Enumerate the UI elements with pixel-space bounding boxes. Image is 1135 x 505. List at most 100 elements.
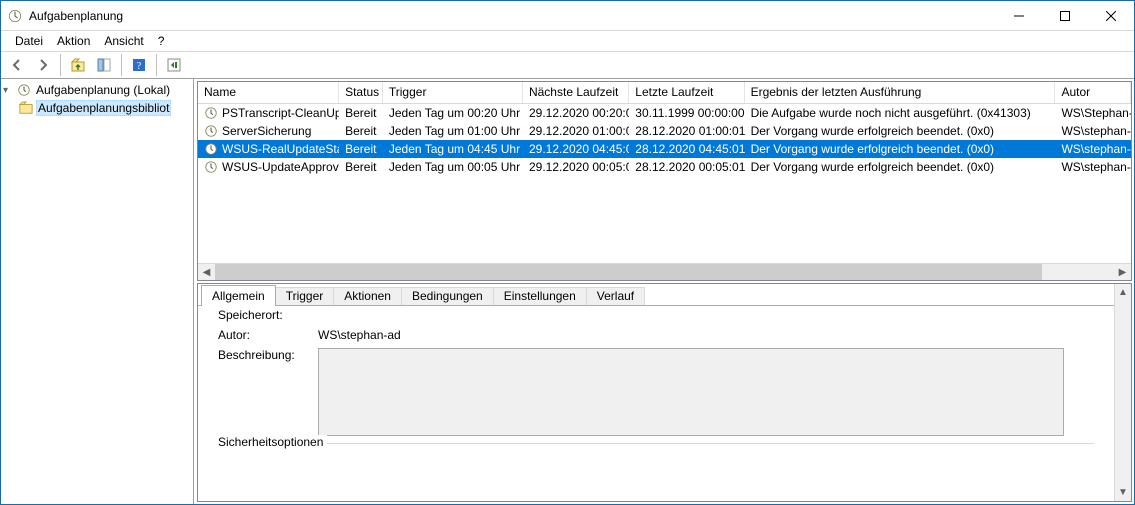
titlebar: Aufgabenplanung [1,1,1134,31]
table-row[interactable]: ServerSicherungBereitJeden Tag um 01:00 … [198,122,1131,140]
table-row[interactable]: WSUS-UpdateApprovalBereitJeden Tag um 00… [198,158,1131,176]
cell-trigger: Jeden Tag um 00:05 Uhr [383,160,523,174]
collapse-icon[interactable]: ▾ [3,85,14,96]
cell-next: 29.12.2020 04:45:00 [523,142,629,156]
cell-author: WS\stephan-ad [1055,124,1131,138]
cell-name: WSUS-RealUpdateState [198,142,339,156]
tree-pane[interactable]: ▾ Aufgabenplanung (Lokal) Aufgabenplanun… [1,79,194,504]
table-row[interactable]: WSUS-RealUpdateStateBereitJeden Tag um 0… [198,140,1131,158]
cell-status: Bereit [339,124,383,138]
task-icon [204,142,218,156]
task-scheduler-icon [17,83,31,97]
maximize-button[interactable] [1042,1,1088,31]
tab-general[interactable]: Allgemein [201,285,276,306]
cell-last: 30.11.1999 00:00:00 [629,106,744,120]
tree-root[interactable]: ▾ Aufgabenplanung (Lokal) [1,81,193,99]
scroll-left-icon[interactable]: ◀ [198,264,215,280]
col-last[interactable]: Letzte Laufzeit [629,82,744,103]
cell-author: WS\Stephan-T0 [1055,106,1131,120]
tab-history[interactable]: Verlauf [586,287,645,306]
tree-library[interactable]: Aufgabenplanungsbibliot [1,99,193,117]
menu-file[interactable]: Datei [9,33,49,49]
cell-status: Bereit [339,106,383,120]
col-name[interactable]: Name [198,82,339,103]
cell-trigger: Jeden Tag um 00:20 Uhr [383,106,523,120]
cell-result: Der Vorgang wurde erfolgreich beendet. (… [745,142,1056,156]
cell-trigger: Jeden Tag um 04:45 Uhr [383,142,523,156]
cell-next: 29.12.2020 01:00:00 [523,124,629,138]
menu-help[interactable]: ? [152,33,171,49]
menubar: Datei Aktion Ansicht ? [1,31,1134,51]
col-next[interactable]: Nächste Laufzeit [523,82,629,103]
cell-author: WS\stephan-ad [1055,142,1131,156]
author-label: Autor: [218,328,318,342]
app-icon [7,8,23,24]
col-trigger[interactable]: Trigger [383,82,523,103]
tab-settings[interactable]: Einstellungen [493,287,587,306]
description-label: Beschreibung: [218,348,318,362]
refresh-button[interactable] [162,53,186,77]
tab-actions[interactable]: Aktionen [333,287,402,306]
minimize-button[interactable] [996,1,1042,31]
right-pane: Name Status Trigger Nächste Laufzeit Let… [194,79,1134,504]
help-button[interactable]: ? [127,53,151,77]
cell-next: 29.12.2020 00:20:00 [523,106,629,120]
cell-name: ServerSicherung [198,124,339,138]
menu-view[interactable]: Ansicht [98,33,149,49]
tree-library-label: Aufgabenplanungsbibliot [36,100,171,116]
tab-conditions[interactable]: Bedingungen [401,287,494,306]
cell-result: Der Vorgang wurde erfolgreich beendet. (… [745,160,1056,174]
properties-button[interactable] [92,53,116,77]
task-list-body[interactable]: PSTranscript-CleanUpBereitJeden Tag um 0… [198,104,1131,263]
task-list: Name Status Trigger Nächste Laufzeit Let… [197,81,1132,281]
cell-status: Bereit [339,160,383,174]
main-split: ▾ Aufgabenplanung (Lokal) Aufgabenplanun… [1,79,1134,504]
cell-status: Bereit [339,142,383,156]
scroll-right-icon[interactable]: ▶ [1114,264,1131,280]
scroll-up-icon[interactable]: ▲ [1115,284,1131,301]
task-icon [204,106,218,120]
col-author[interactable]: Autor [1055,82,1131,103]
task-list-header: Name Status Trigger Nächste Laufzeit Let… [198,82,1131,104]
svg-text:?: ? [137,61,142,72]
security-options-group: Sicherheitsoptionen [218,443,1094,458]
col-status[interactable]: Status [339,82,383,103]
cell-last: 28.12.2020 01:00:01 [629,124,744,138]
toolbar-separator [60,54,61,76]
tree-root-label: Aufgabenplanung (Lokal) [34,83,172,97]
toolbar-separator [156,54,157,76]
security-options-label: Sicherheitsoptionen [214,435,327,449]
menu-action[interactable]: Aktion [51,33,96,49]
toolbar-separator [121,54,122,76]
back-button[interactable] [5,53,29,77]
folder-icon [19,101,33,115]
details-pane: Allgemein Trigger Aktionen Bedingungen E… [197,283,1132,502]
scroll-down-icon[interactable]: ▼ [1115,484,1131,501]
horizontal-scrollbar[interactable]: ◀ ▶ [198,263,1131,280]
tab-content-general: Speicherort: Autor: WS\stephan-ad Beschr… [198,305,1114,501]
cell-trigger: Jeden Tag um 01:00 Uhr [383,124,523,138]
scroll-track[interactable] [215,264,1114,280]
task-icon [204,160,218,174]
cell-result: Die Aufgabe wurde noch nicht ausgeführt.… [745,106,1056,120]
description-textarea[interactable] [318,348,1064,436]
cell-result: Der Vorgang wurde erfolgreich beendet. (… [745,124,1056,138]
cell-name: WSUS-UpdateApproval [198,160,339,174]
cell-name: PSTranscript-CleanUp [198,106,339,120]
window-title: Aufgabenplanung [29,9,123,23]
cell-author: WS\stephan-ad [1055,160,1131,174]
table-row[interactable]: PSTranscript-CleanUpBereitJeden Tag um 0… [198,104,1131,122]
col-result[interactable]: Ergebnis der letzten Ausführung [745,82,1056,103]
vertical-scrollbar[interactable]: ▲ ▼ [1114,284,1131,501]
author-value: WS\stephan-ad [318,328,401,342]
close-button[interactable] [1088,1,1134,31]
location-label: Speicherort: [218,308,318,322]
cell-last: 28.12.2020 04:45:01 [629,142,744,156]
tab-trigger[interactable]: Trigger [275,287,335,306]
up-button[interactable] [66,53,90,77]
cell-next: 29.12.2020 00:05:00 [523,160,629,174]
tabstrip: Allgemein Trigger Aktionen Bedingungen E… [198,284,1114,306]
scroll-track[interactable] [1115,301,1131,484]
cell-last: 28.12.2020 00:05:01 [629,160,744,174]
forward-button[interactable] [31,53,55,77]
